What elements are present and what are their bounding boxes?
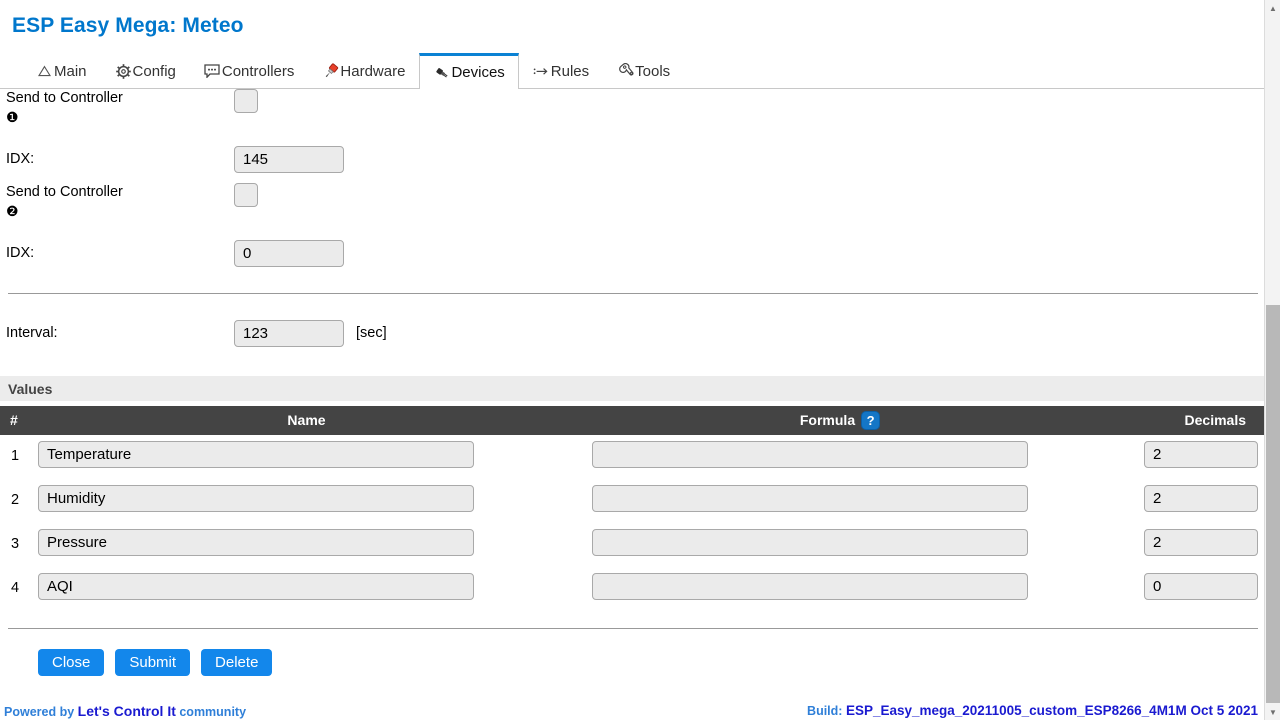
- send-to-controller-1-checkbox[interactable]: [234, 89, 258, 113]
- tab-rules-label: Rules: [550, 62, 590, 80]
- tab-tools[interactable]: Tools: [603, 53, 684, 88]
- interval-unit: [sec]: [356, 325, 387, 341]
- values-section-label: Values: [8, 380, 53, 397]
- row-number: 2: [10, 492, 20, 508]
- footer-build-info: Build: ESP_Easy_mega_20211005_custom_ESP…: [807, 703, 1258, 718]
- scroll-up-arrow-icon[interactable]: ▲: [1265, 0, 1280, 16]
- send-to-controller-1-row: Send to Controller ❶: [0, 89, 1264, 136]
- value-formula-input[interactable]: [592, 573, 1028, 600]
- tab-config[interactable]: Config: [101, 53, 190, 88]
- divider-above-buttons: [8, 628, 1258, 629]
- divider-above-interval: [8, 293, 1258, 294]
- table-row: 2: [0, 480, 1264, 524]
- tab-devices[interactable]: Devices: [419, 53, 519, 89]
- idx-2-label: IDX:: [6, 245, 35, 261]
- send-to-controller-1-label: Send to Controller ❶: [6, 90, 123, 125]
- value-formula-input[interactable]: [592, 529, 1028, 556]
- controller-2-badge: ❷: [6, 203, 19, 219]
- idx-2-input[interactable]: [234, 240, 344, 267]
- tab-rules[interactable]: Rules: [519, 53, 603, 88]
- tab-tools-label: Tools: [635, 62, 671, 80]
- controller-1-badge: ❶: [6, 109, 19, 125]
- home-icon: [36, 63, 53, 79]
- form-action-buttons: Close Submit Delete: [38, 649, 273, 676]
- wrench-icon: [617, 63, 634, 79]
- value-decimals-input[interactable]: [1144, 529, 1258, 556]
- value-decimals-input[interactable]: [1144, 441, 1258, 468]
- value-decimals-input[interactable]: [1144, 485, 1258, 512]
- table-row: 1: [0, 436, 1264, 480]
- table-row: 4: [0, 568, 1264, 612]
- tab-controllers-label: Controllers: [221, 62, 295, 80]
- send-to-controller-2-label: Send to Controller ❷: [6, 184, 123, 219]
- row-number: 3: [10, 536, 20, 552]
- table-row: 3: [0, 524, 1264, 568]
- page-header: ESP Easy Mega: Meteo: [0, 0, 1264, 56]
- scroll-down-arrow-icon[interactable]: ▼: [1265, 704, 1280, 720]
- interval-input[interactable]: [234, 320, 344, 347]
- tab-config-label: Config: [132, 62, 176, 80]
- row-number: 1: [10, 448, 20, 464]
- value-formula-input[interactable]: [592, 485, 1028, 512]
- device-settings-form: Send to Controller ❶ IDX: Send to Contro…: [0, 89, 1264, 277]
- close-button[interactable]: Close: [38, 649, 105, 676]
- gear-icon: [115, 63, 132, 79]
- scrollbar-thumb[interactable]: [1266, 305, 1280, 703]
- values-section-bar: Values: [0, 376, 1264, 401]
- value-name-input[interactable]: [38, 441, 474, 468]
- column-header-name: Name: [287, 412, 326, 428]
- idx-2-row: IDX:: [0, 230, 1264, 277]
- page-title: ESP Easy Mega: Meteo: [12, 14, 244, 37]
- send-to-controller-2-row: Send to Controller ❷: [0, 183, 1264, 230]
- lets-control-it-link[interactable]: Let's Control It: [78, 703, 176, 719]
- footer-powered-by: Powered by Let's Control It community: [4, 703, 246, 719]
- community-label: community: [179, 705, 247, 719]
- idx-1-label: IDX:: [6, 151, 35, 167]
- values-table-header: # Name Formula ? Decimals: [0, 406, 1264, 435]
- interval-label: Interval:: [6, 325, 58, 341]
- tab-controllers[interactable]: Controllers: [190, 53, 309, 88]
- interval-row: Interval: [sec]: [0, 320, 1264, 347]
- value-formula-input[interactable]: [592, 441, 1028, 468]
- chat-icon: [204, 63, 221, 79]
- powered-by-label: Powered by: [4, 705, 75, 719]
- value-name-input[interactable]: [38, 529, 474, 556]
- value-decimals-input[interactable]: [1144, 573, 1258, 600]
- tab-main-label: Main: [54, 62, 87, 80]
- rules-icon: [533, 63, 550, 79]
- build-label: Build:: [807, 704, 843, 718]
- build-value: ESP_Easy_mega_20211005_custom_ESP8266_4M…: [845, 703, 1258, 718]
- column-header-formula: Formula ?: [560, 406, 1120, 435]
- pushpin-icon: [322, 63, 339, 79]
- row-number: 4: [10, 580, 20, 596]
- submit-button[interactable]: Submit: [115, 649, 191, 676]
- esp-easy-devices-page: ESP Easy Mega: Meteo Main Config Control…: [0, 0, 1280, 720]
- tab-main[interactable]: Main: [22, 53, 101, 88]
- tab-devices-label: Devices: [451, 64, 505, 81]
- main-navigation-tabs: Main Config Controllers Hardware Devices…: [0, 53, 1264, 89]
- column-header-formula-label: Formula: [799, 412, 856, 428]
- column-header-decimals: Decimals: [1184, 412, 1246, 428]
- plug-icon: [433, 65, 450, 81]
- page-scrollbar[interactable]: ▲ ▼: [1264, 0, 1280, 720]
- idx-1-input[interactable]: [234, 146, 344, 173]
- idx-1-row: IDX:: [0, 136, 1264, 183]
- value-name-input[interactable]: [38, 485, 474, 512]
- tab-hardware[interactable]: Hardware: [308, 53, 419, 88]
- send-to-controller-2-checkbox[interactable]: [234, 183, 258, 207]
- tab-hardware-label: Hardware: [340, 62, 406, 80]
- question-mark-icon[interactable]: ?: [861, 411, 881, 430]
- value-name-input[interactable]: [38, 573, 474, 600]
- delete-button[interactable]: Delete: [201, 649, 273, 676]
